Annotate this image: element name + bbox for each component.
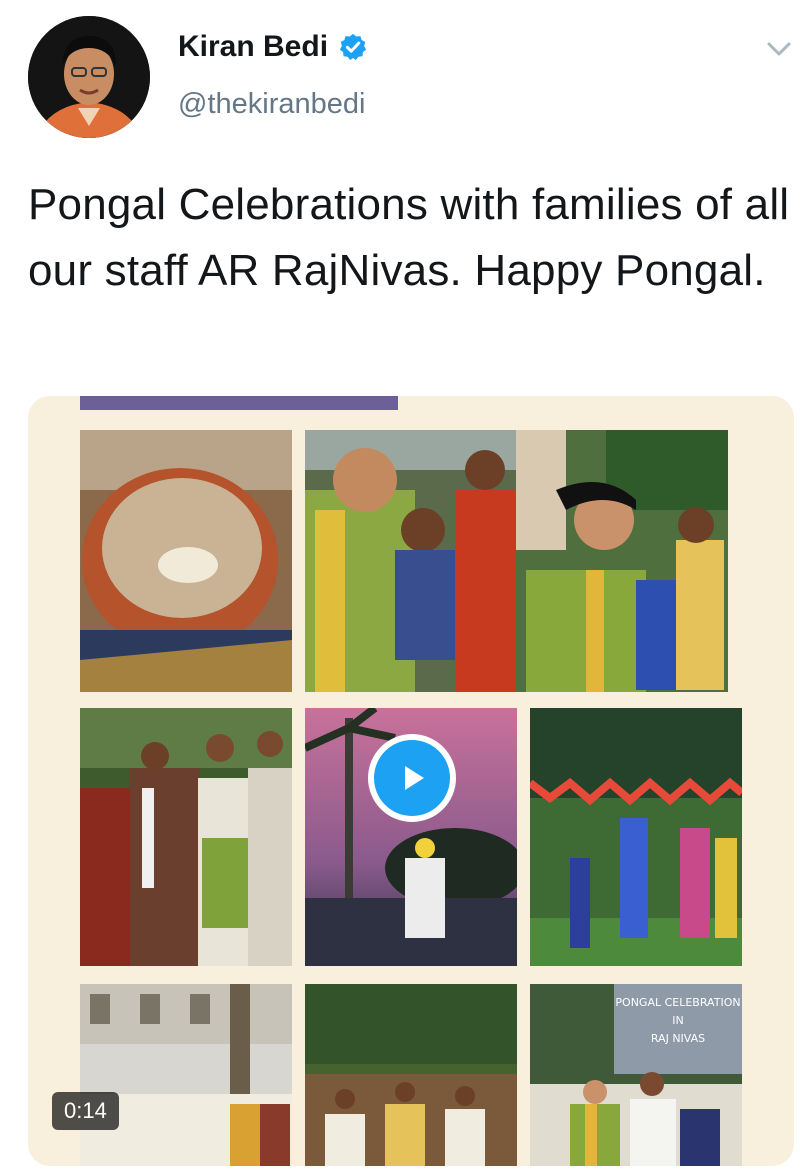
video-media[interactable]: PONGAL CELEBRATION IN RAJ NIVAS 0:14	[28, 396, 794, 1166]
author-handle[interactable]: @thekiranbedi	[178, 88, 365, 121]
collage-photo-smiling-group	[516, 430, 728, 692]
media-banner	[80, 396, 398, 410]
author-name[interactable]: Kiran Bedi	[178, 30, 328, 64]
collage-photo-greeting-children	[305, 430, 517, 692]
tweet-text: Pongal Celebrations with families of all…	[28, 180, 790, 295]
overlay-text-pongal-celebration: PONGAL CELEBRATION	[615, 996, 740, 1009]
collage-photo-women-group	[80, 708, 292, 966]
video-duration-badge: 0:14	[52, 1092, 119, 1130]
collage-photo-rajnivas-building	[80, 984, 292, 1166]
overlay-text-raj-nivas: RAJ NIVAS	[651, 1032, 705, 1045]
chevron-down-icon[interactable]	[766, 40, 792, 58]
avatar[interactable]	[28, 16, 150, 138]
verified-badge-icon	[339, 33, 367, 60]
overlay-text-in: IN	[672, 1014, 683, 1027]
collage-photo-crowd	[305, 984, 517, 1166]
collage-photo-celebration-banner: PONGAL CELEBRATION IN RAJ NIVAS	[530, 984, 742, 1166]
play-button[interactable]	[368, 734, 456, 822]
play-icon	[405, 766, 424, 790]
collage-photo-pongal-pot	[80, 430, 292, 692]
collage-photo-children-festival	[530, 708, 742, 966]
